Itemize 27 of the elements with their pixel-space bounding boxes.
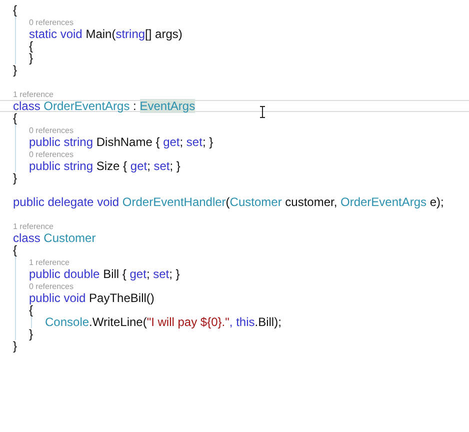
code-line: } bbox=[13, 64, 18, 76]
reference-count[interactable]: 0 references bbox=[29, 150, 74, 160]
code-line: { bbox=[13, 4, 18, 16]
code-line: static void Main(string[] args) bbox=[29, 28, 182, 40]
reference-count[interactable]: 0 references bbox=[29, 18, 74, 28]
code-line: { bbox=[13, 244, 18, 256]
code-line: class OrderEventArgs : EventArgs bbox=[13, 100, 196, 112]
code-line: public string DishName { get; set; } bbox=[29, 136, 214, 148]
code-line: Console.WriteLine("I will pay ${0}.", this.Bill); bbox=[45, 316, 282, 328]
code-line: } bbox=[13, 340, 18, 352]
reference-count[interactable]: 1 reference bbox=[29, 258, 70, 268]
code-line: public delegate void OrderEventHandler(Customer customer, OrderEventArgs e); bbox=[13, 196, 444, 208]
code-line: public string Size { get; set; } bbox=[29, 160, 180, 172]
code-line: { bbox=[29, 304, 34, 316]
reference-count[interactable]: 1 reference bbox=[13, 90, 54, 100]
code-line: { bbox=[29, 40, 34, 52]
code-line: public double Bill { get; set; } bbox=[29, 268, 180, 280]
text-cursor-icon bbox=[259, 106, 266, 118]
code-line: public void PayTheBill() bbox=[29, 292, 154, 304]
reference-count[interactable]: 0 references bbox=[29, 282, 74, 292]
reference-count[interactable]: 1 reference bbox=[13, 222, 54, 232]
code-line: { bbox=[13, 112, 18, 124]
reference-count[interactable]: 0 references bbox=[29, 126, 74, 136]
code-line: } bbox=[13, 172, 18, 184]
code-line: class Customer bbox=[13, 232, 96, 244]
code-line: } bbox=[29, 328, 34, 340]
code-line: } bbox=[29, 52, 34, 64]
